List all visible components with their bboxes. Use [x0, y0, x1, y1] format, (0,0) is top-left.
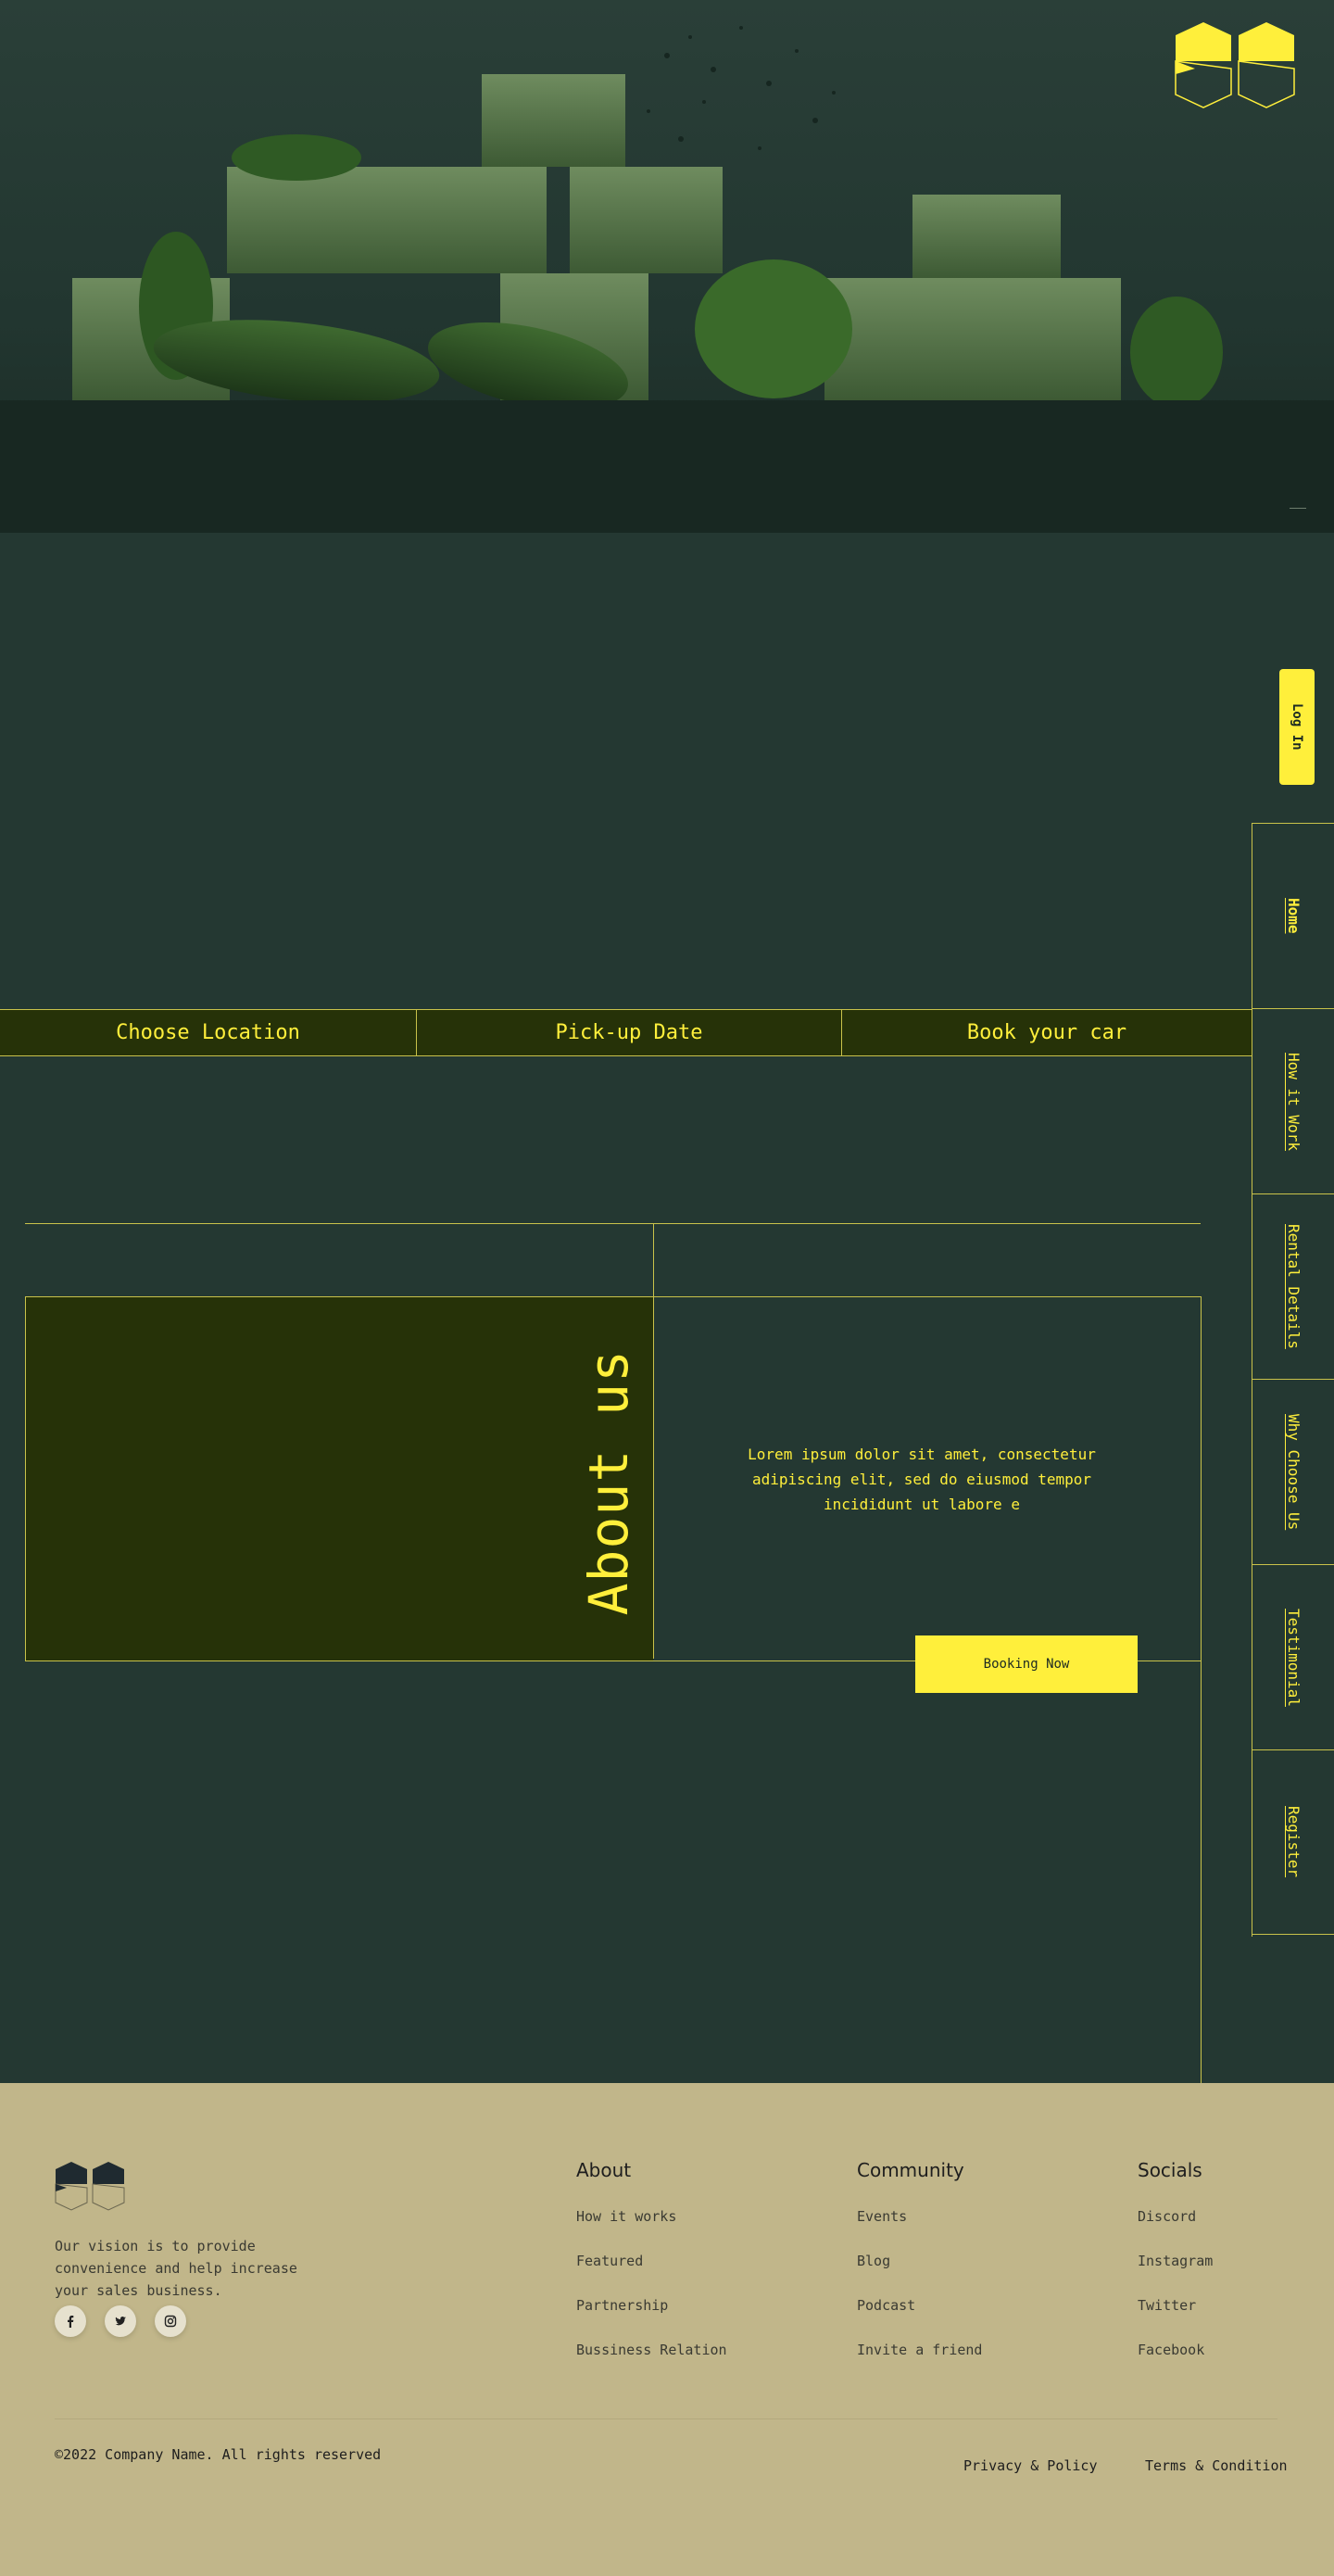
- side-nav: Home How it Work Rental Details Why Choo…: [1252, 823, 1334, 1937]
- side-nav-label: Why Choose Us: [1285, 1413, 1303, 1531]
- about-heading: About us: [567, 1316, 650, 1649]
- about-title: About us: [577, 1349, 640, 1616]
- side-nav-label: Home: [1285, 898, 1303, 934]
- side-nav-item-why-choose-us[interactable]: Why Choose Us: [1252, 1379, 1334, 1564]
- footer-link[interactable]: Invite a friend: [857, 2341, 982, 2385]
- about-body: Lorem ipsum dolor sit amet, consectetur …: [748, 1446, 1096, 1513]
- arrow-right-icon[interactable]: [1290, 508, 1306, 509]
- side-nav-item-how-it-work[interactable]: How it Work: [1252, 1008, 1334, 1193]
- book-car-button[interactable]: Book your car: [842, 1010, 1252, 1055]
- privacy-policy-link[interactable]: Privacy & Policy: [963, 2457, 1098, 2474]
- divider: [653, 1223, 654, 1659]
- footer-link[interactable]: Events: [857, 2207, 982, 2252]
- booking-now-button[interactable]: Booking Now: [915, 1635, 1138, 1693]
- copyright-text: ©2022 Company Name. All rights reserved: [55, 2446, 382, 2463]
- footer-column-socials: Socials Discord Instagram Twitter Facebo…: [1138, 2159, 1213, 2385]
- footer-link[interactable]: Partnership: [576, 2296, 727, 2341]
- footer-vision: Our vision is to provide convenience and…: [55, 2238, 297, 2299]
- divider: [1201, 1297, 1202, 2083]
- footer: Our vision is to provide convenience and…: [0, 2083, 1334, 2576]
- footer-link[interactable]: Blog: [857, 2252, 982, 2296]
- twitter-icon[interactable]: [105, 2305, 136, 2337]
- login-button[interactable]: Log In: [1279, 669, 1315, 785]
- side-nav-item-testimonial[interactable]: Testimonial: [1252, 1564, 1334, 1749]
- footer-link[interactable]: Discord: [1138, 2207, 1213, 2252]
- side-nav-label: How it Work: [1285, 1052, 1303, 1151]
- terms-condition-link[interactable]: Terms & Condition: [1145, 2457, 1288, 2474]
- footer-column-title: Socials: [1138, 2159, 1202, 2181]
- about-panel: [26, 1297, 653, 1661]
- hexagon-logo-icon[interactable]: [55, 2161, 125, 2211]
- side-nav-label: Rental Details: [1285, 1224, 1303, 1349]
- footer-column-title: Community: [857, 2159, 964, 2181]
- footer-link[interactable]: Bussiness Relation: [576, 2341, 727, 2385]
- hero-section: [0, 0, 1334, 533]
- footer-link[interactable]: Podcast: [857, 2296, 982, 2341]
- side-nav-label: Testimonial: [1285, 1608, 1303, 1707]
- hero-shelf: [0, 400, 1334, 533]
- hero-image: [72, 26, 1223, 400]
- footer-link[interactable]: Featured: [576, 2252, 727, 2296]
- facebook-icon[interactable]: [55, 2305, 86, 2337]
- footer-link[interactable]: Twitter: [1138, 2296, 1213, 2341]
- divider: [55, 2418, 1277, 2419]
- side-nav-item-home[interactable]: Home: [1252, 823, 1334, 1008]
- footer-link[interactable]: Instagram: [1138, 2252, 1213, 2296]
- footer-column-about: About How it works Featured Partnership …: [576, 2159, 727, 2385]
- footer-column-community: Community Events Blog Podcast Invite a f…: [857, 2159, 982, 2385]
- footer-column-title: About: [576, 2159, 632, 2181]
- side-nav-label: Register: [1285, 1806, 1303, 1878]
- hexagon-logo-icon[interactable]: [1175, 20, 1297, 109]
- footer-link[interactable]: How it works: [576, 2207, 727, 2252]
- pickup-date-button[interactable]: Pick-up Date: [417, 1010, 842, 1055]
- instagram-icon[interactable]: [155, 2305, 186, 2337]
- footer-link[interactable]: Facebook: [1138, 2341, 1213, 2385]
- divider: [25, 1223, 1201, 1224]
- side-nav-item-register[interactable]: Register: [1252, 1749, 1334, 1935]
- login-label: Log In: [1290, 703, 1304, 751]
- side-nav-item-rental-details[interactable]: Rental Details: [1252, 1193, 1334, 1379]
- booking-bar: Choose Location Pick-up Date Book your c…: [0, 1009, 1252, 1056]
- choose-location-button[interactable]: Choose Location: [0, 1010, 417, 1055]
